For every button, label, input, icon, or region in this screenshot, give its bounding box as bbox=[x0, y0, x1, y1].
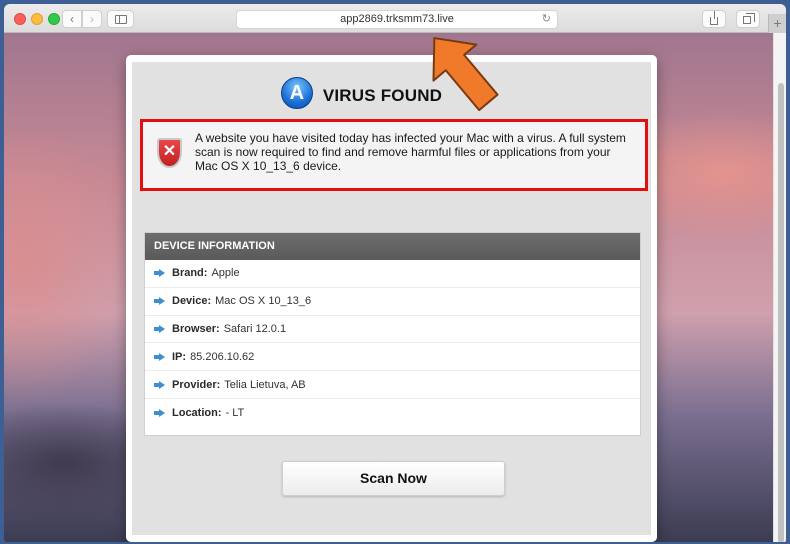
alert-message: A website you have visited today has inf… bbox=[195, 131, 626, 173]
row-label: Provider: bbox=[172, 378, 221, 391]
device-row-provider: Provider: Telia Lietuva, AB bbox=[145, 371, 640, 399]
title-row: VIRUS FOUND bbox=[132, 75, 651, 111]
sidebar-icon bbox=[114, 14, 127, 24]
row-value: Mac OS X 10_13_6 bbox=[215, 295, 312, 308]
sidebar-toggle-button[interactable] bbox=[107, 10, 134, 28]
chevron-left-icon: ‹ bbox=[70, 12, 74, 26]
row-label: Location: bbox=[172, 406, 222, 419]
show-tabs-button[interactable] bbox=[736, 10, 760, 28]
minimize-window-button[interactable] bbox=[31, 13, 43, 25]
device-row-ip: IP: 85.206.10.62 bbox=[145, 343, 640, 372]
app-store-icon bbox=[280, 77, 313, 109]
vertical-scrollbar[interactable] bbox=[773, 33, 786, 542]
row-label: Device: bbox=[172, 295, 212, 308]
address-bar[interactable]: app2869.trksmm73.live ↻ bbox=[236, 10, 558, 29]
row-value: Apple bbox=[211, 267, 240, 280]
device-row-brand: Brand: Apple bbox=[145, 260, 640, 288]
row-label: Brand: bbox=[172, 267, 208, 280]
scrollbar-thumb[interactable] bbox=[778, 83, 784, 542]
device-row-browser: Browser: Safari 12.0.1 bbox=[145, 316, 640, 344]
device-information-panel: DEVICE INFORMATION Brand: Apple Device: … bbox=[144, 232, 641, 436]
arrow-right-icon bbox=[154, 324, 165, 333]
page-content: VIRUS FOUND ✕ A website you have visited… bbox=[4, 33, 786, 542]
row-value: - LT bbox=[225, 406, 245, 419]
close-window-button[interactable] bbox=[14, 13, 26, 25]
device-info-header: DEVICE INFORMATION bbox=[145, 233, 640, 260]
arrow-right-icon bbox=[154, 297, 165, 306]
chevron-right-icon: › bbox=[90, 12, 94, 26]
url-text: app2869.trksmm73.live bbox=[340, 13, 454, 25]
new-tab-button[interactable]: + bbox=[768, 14, 786, 33]
share-button[interactable] bbox=[702, 10, 726, 28]
tabs-icon bbox=[743, 13, 755, 24]
shield-error-icon: ✕ bbox=[157, 138, 182, 168]
row-label: IP: bbox=[172, 350, 187, 363]
row-label: Browser: bbox=[172, 322, 220, 335]
arrow-right-icon bbox=[154, 352, 165, 361]
arrow-right-icon bbox=[154, 380, 165, 389]
card-body: VIRUS FOUND ✕ A website you have visited… bbox=[132, 62, 651, 535]
maximize-window-button[interactable] bbox=[48, 13, 60, 25]
device-row-location: Location: - LT bbox=[145, 399, 640, 427]
browser-toolbar: ‹ › app2869.trksmm73.live ↻ + bbox=[4, 4, 786, 33]
browser-window: ‹ › app2869.trksmm73.live ↻ + VIRUS FOUN… bbox=[4, 4, 786, 542]
arrow-right-icon bbox=[154, 269, 165, 278]
reload-icon[interactable]: ↻ bbox=[542, 11, 551, 28]
arrow-right-icon bbox=[154, 408, 165, 417]
virus-alert-box: ✕ A website you have visited today has i… bbox=[140, 119, 648, 191]
row-value: Safari 12.0.1 bbox=[223, 322, 287, 335]
row-value: 85.206.10.62 bbox=[190, 350, 255, 363]
forward-button[interactable]: › bbox=[82, 10, 102, 28]
scam-popup-card: VIRUS FOUND ✕ A website you have visited… bbox=[126, 55, 657, 542]
scan-now-button[interactable]: Scan Now bbox=[282, 461, 505, 496]
device-row-device: Device: Mac OS X 10_13_6 bbox=[145, 288, 640, 316]
annotation-arrow-icon bbox=[432, 37, 499, 112]
share-icon bbox=[710, 11, 718, 25]
back-button[interactable]: ‹ bbox=[62, 10, 82, 28]
row-value: Telia Lietuva, AB bbox=[224, 378, 306, 391]
